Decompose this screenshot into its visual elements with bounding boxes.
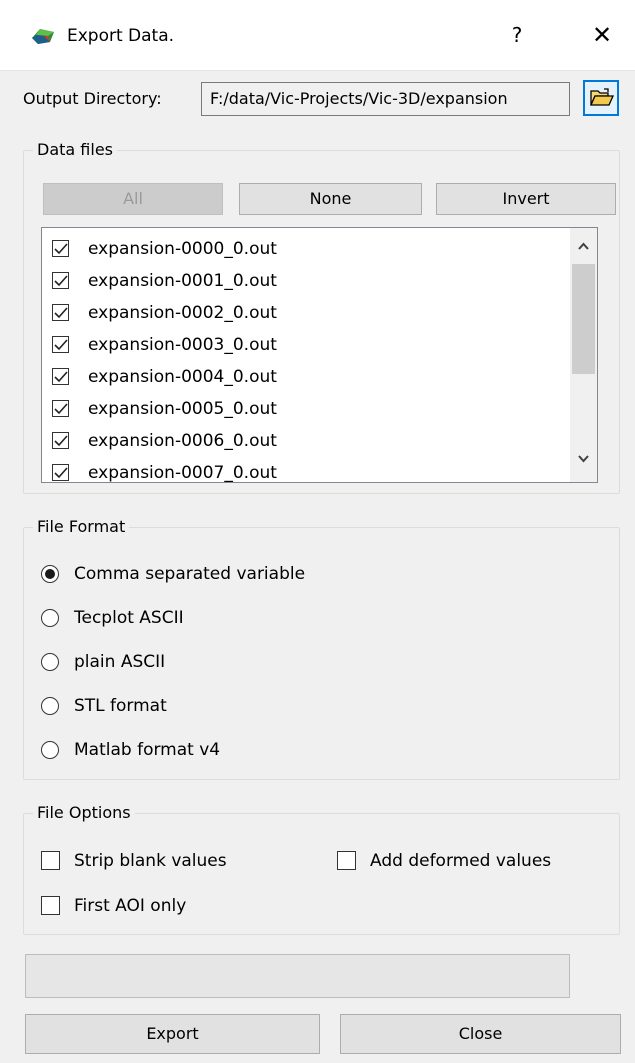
- file-name-label: expansion-0004_0.out: [88, 367, 277, 387]
- add-deformed-values-label: Add deformed values: [370, 851, 552, 871]
- app-logo-icon: [32, 29, 54, 44]
- add-deformed-values-checkbox[interactable]: [337, 851, 356, 870]
- export-button[interactable]: Export: [25, 1014, 320, 1054]
- open-folder-icon: [590, 88, 614, 106]
- output-directory-label: Output Directory:: [23, 89, 162, 108]
- browse-directory-button[interactable]: [583, 80, 619, 116]
- file-format-label: Matlab format v4: [74, 740, 221, 760]
- first-aoi-only-checkbox[interactable]: [41, 896, 60, 915]
- export-data-dialog: Export Data. ? ✕ Output Directory: F:/da…: [0, 0, 635, 1063]
- help-button[interactable]: ?: [502, 16, 532, 54]
- file-checkbox[interactable]: [52, 464, 69, 481]
- scrollbar-thumb[interactable]: [572, 264, 595, 374]
- file-checkbox[interactable]: [52, 368, 69, 385]
- file-format-radio[interactable]: [41, 741, 59, 759]
- file-list-scrollbar[interactable]: [570, 228, 597, 482]
- scroll-down-arrow-icon[interactable]: [570, 446, 597, 470]
- file-checkbox[interactable]: [52, 240, 69, 257]
- select-all-button[interactable]: All: [43, 183, 223, 215]
- file-format-label: STL format: [74, 696, 167, 716]
- data-files-group-title: Data files: [33, 140, 117, 160]
- invert-selection-button[interactable]: Invert: [436, 183, 616, 215]
- file-format-radio[interactable]: [41, 697, 59, 715]
- export-progress-bar: [25, 954, 570, 998]
- file-name-label: expansion-0002_0.out: [88, 303, 277, 323]
- file-checkbox[interactable]: [52, 304, 69, 321]
- select-none-button[interactable]: None: [239, 183, 422, 215]
- file-name-label: expansion-0001_0.out: [88, 271, 277, 291]
- file-format-label: Tecplot ASCII: [74, 608, 184, 628]
- file-name-label: expansion-0000_0.out: [88, 239, 277, 259]
- scroll-up-arrow-icon[interactable]: [570, 234, 597, 258]
- window-title: Export Data.: [67, 26, 175, 46]
- file-options-group-title: File Options: [33, 803, 135, 823]
- file-checkbox[interactable]: [52, 400, 69, 417]
- close-window-button[interactable]: ✕: [583, 16, 621, 54]
- file-checkbox[interactable]: [52, 432, 69, 449]
- file-checkbox[interactable]: [52, 336, 69, 353]
- file-name-label: expansion-0007_0.out: [88, 463, 277, 483]
- strip-blank-values-label: Strip blank values: [74, 851, 227, 871]
- file-name-label: expansion-0006_0.out: [88, 431, 277, 451]
- file-format-label: Comma separated variable: [74, 564, 306, 584]
- output-directory-field[interactable]: F:/data/Vic-Projects/Vic-3D/expansion: [201, 82, 570, 116]
- file-format-radio[interactable]: [41, 565, 59, 583]
- radio-selected-dot: [45, 569, 55, 579]
- file-format-group-title: File Format: [33, 517, 130, 537]
- strip-blank-values-checkbox[interactable]: [41, 851, 60, 870]
- file-checkbox[interactable]: [52, 272, 69, 289]
- file-format-radio[interactable]: [41, 653, 59, 671]
- file-format-radio[interactable]: [41, 609, 59, 627]
- file-options-group: [23, 813, 620, 935]
- file-name-label: expansion-0005_0.out: [88, 399, 277, 419]
- data-files-list[interactable]: expansion-0000_0.out expansion-0001_0.out…: [41, 227, 598, 483]
- file-format-label: plain ASCII: [74, 652, 166, 672]
- close-button[interactable]: Close: [340, 1014, 621, 1054]
- title-bar: Export Data. ? ✕: [0, 0, 635, 71]
- file-name-label: expansion-0003_0.out: [88, 335, 277, 355]
- first-aoi-only-label: First AOI only: [74, 896, 187, 916]
